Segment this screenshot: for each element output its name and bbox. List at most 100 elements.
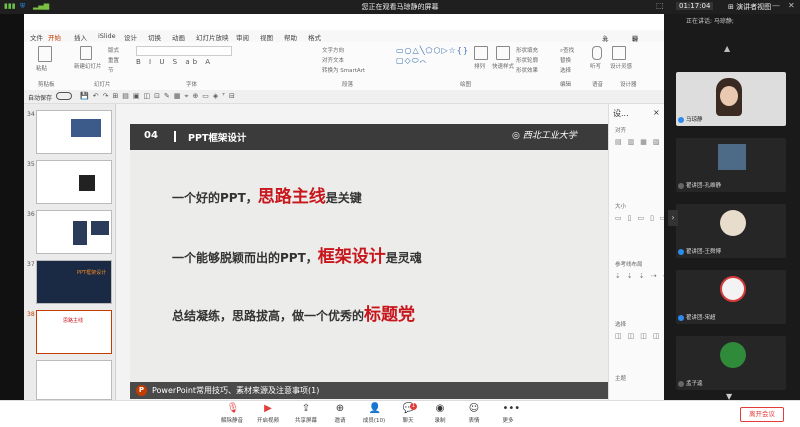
slide-thumbnail[interactable]: 37 PPT框架设计 [27, 260, 112, 304]
thumbnail-image [71, 119, 101, 137]
unmute-label: 解除静音 [220, 418, 243, 424]
select-button[interactable]: 选择 [560, 66, 571, 74]
autosave-toggle[interactable] [56, 92, 72, 100]
members-button[interactable]: 👤 成员(10) [356, 403, 392, 424]
shared-powerpoint-window: 文件 开始 插入 iSlide 设计 切换 动画 幻灯片放映 审阅 视图 帮助 … [24, 14, 664, 400]
left-margin [0, 14, 24, 400]
reset-button[interactable]: 重置 [108, 56, 119, 64]
select-icons[interactable]: ◫◫◫◫◫◫ [615, 330, 664, 370]
mic-icon [678, 117, 684, 123]
members-label: 成员(10) [362, 418, 386, 424]
design-ideas-label: 设计灵感 [610, 64, 633, 70]
pane-section-guides: 参考线布局 [615, 262, 643, 268]
tab-islide[interactable]: iSlide [98, 32, 116, 40]
font-name-combo[interactable] [136, 46, 232, 56]
leave-meeting-button[interactable]: 离开会议 [740, 407, 784, 422]
line-text: 一个能够脱颖而出的PPT， [172, 251, 318, 265]
find-button[interactable]: ⌕查找 [560, 46, 574, 55]
view-switch-button[interactable]: ⊞ 演讲者视图 [728, 2, 771, 12]
unmute-button[interactable]: 🎙 解除静音 [214, 403, 250, 424]
slide-thumbnail-selected[interactable]: 38 思路主线 [27, 310, 112, 354]
thumbnail-image [73, 221, 87, 245]
signal-bars-icon[interactable]: ▂▄▆ [33, 2, 49, 10]
start-video-button[interactable]: ▶ 开启视频 [250, 403, 286, 424]
group-voice: 语音 [592, 82, 604, 88]
align-icons[interactable]: ▤▥▦▧▨▩▤▥▦▧▨▩ [615, 136, 664, 196]
pane-section-align: 对齐 [615, 128, 627, 134]
footer-text: PowerPoint常用技巧、素材来源及注意事项(1) [152, 386, 320, 395]
tab-animations[interactable]: 动画 [172, 32, 185, 42]
section-button[interactable]: 节 [108, 66, 114, 74]
participant-tile[interactable]: 孟子逵 [676, 336, 786, 390]
share-screen-button[interactable]: ⇪ 共享屏幕 [288, 403, 324, 424]
tab-slideshow[interactable]: 幻灯片放映 [196, 32, 229, 42]
guide-icons[interactable]: ⇣⇣⇣⇢⇢⇢⊞⊞⊞ [615, 270, 664, 314]
more-button[interactable]: ••• 更多 [490, 403, 526, 424]
align-text-button[interactable]: 对齐文本 [322, 56, 344, 64]
tab-file[interactable]: 文件 [30, 32, 43, 42]
panel-toggle-icon[interactable]: › [668, 210, 678, 226]
tab-insert[interactable]: 插入 [74, 32, 87, 42]
collapse-up-icon[interactable]: ▲ [724, 44, 730, 53]
speaking-indicator: 正在讲话: 马琼静; [686, 18, 734, 25]
tab-format[interactable]: 格式 [308, 32, 321, 42]
slide-thumbnail[interactable]: 34 [27, 110, 112, 154]
invite-icon: ⊕ [335, 403, 345, 414]
pin-icon[interactable]: ⬚ [656, 1, 664, 10]
tab-transitions[interactable]: 切换 [148, 32, 161, 42]
replace-button[interactable]: 替换 [560, 56, 571, 64]
emoji-icon: ☺ [468, 403, 480, 414]
slide-thumbnail[interactable]: 36 [27, 210, 112, 254]
quick-access-icons[interactable]: 💾↶↷⊞▤▣◫⊡✎▦⌖⊕▭◈ᵀ⊟ [80, 92, 239, 101]
slide-header: 04 PPT框架设计 ◎ 西北工业大学 [130, 124, 608, 150]
pane-title: 设... [613, 109, 629, 118]
slide-thumbnail[interactable]: 35 [27, 160, 112, 204]
record-button[interactable]: ◉ 录制 [422, 403, 458, 424]
layout-button[interactable]: 版式 [108, 46, 119, 54]
tab-help[interactable]: 帮助 [284, 32, 297, 42]
reactions-button[interactable]: ☺ 表情 [456, 403, 492, 424]
participant-name: 孟子逵 [686, 381, 703, 387]
smartart-button[interactable]: 转换为 SmartArt [322, 66, 365, 74]
slide-line-2: 一个能够脱颖而出的PPT，框架设计是灵魂 [172, 242, 422, 267]
shape-effects-button[interactable]: 形状效果 [516, 66, 538, 74]
slide-thumbnail[interactable] [36, 360, 112, 400]
tab-view[interactable]: 视图 [260, 32, 273, 42]
pane-section-theme: 主题 [615, 376, 627, 382]
quick-styles-icon[interactable] [496, 46, 510, 60]
close-icon[interactable]: ✕ [788, 1, 795, 10]
chat-button[interactable]: 💬 1 聊天 [390, 403, 426, 424]
new-slide-label: 新建幻灯片 [74, 64, 102, 70]
group-designer: 设计器 [620, 82, 637, 88]
participant-name: 翟讲团-宋超 [686, 315, 716, 321]
share-screen-label: 共享屏幕 [294, 418, 317, 424]
shape-outline-button[interactable]: 形状轮廓 [516, 56, 538, 64]
mic-icon [678, 249, 684, 255]
invite-button[interactable]: ⊕ 邀请 [322, 403, 358, 424]
tab-design[interactable]: 设计 [124, 32, 137, 42]
emblem-icon: ◎ [512, 131, 523, 141]
shape-fill-button[interactable]: 形状填充 [516, 46, 538, 54]
current-slide[interactable]: 04 PPT框架设计 ◎ 西北工业大学 一个好的PPT，思路主线是关键 一个能够… [130, 124, 608, 399]
pane-close-icon[interactable]: × [653, 108, 660, 117]
new-slide-icon[interactable] [80, 46, 92, 60]
font-format-buttons[interactable]: B I U S ab A [136, 58, 232, 68]
slide-number: 38 [27, 311, 35, 318]
size-icons[interactable]: ▭▯▭▯▭▯ [615, 212, 664, 256]
shapes-gallery[interactable]: ▭○△╲⬠⬡▷☆{}▢◇⬭⌒ [396, 46, 468, 76]
avatar [720, 342, 746, 368]
paste-icon[interactable] [38, 46, 52, 62]
designer-icon[interactable] [612, 46, 626, 60]
tab-review[interactable]: 审阅 [236, 32, 249, 42]
ribbon-tabs: 文件 开始 插入 iSlide 设计 切换 动画 幻灯片放映 审阅 视图 帮助 … [24, 30, 664, 54]
text-direction-button[interactable]: 文字方向 [322, 46, 344, 54]
participant-tile-active[interactable]: 马琼静 [676, 72, 786, 126]
participant-tile[interactable]: 翟讲团-王舜博 [676, 204, 786, 258]
participant-tile[interactable]: 翟讲团-宋超 [676, 270, 786, 324]
minimize-icon[interactable]: — [772, 1, 780, 10]
arrange-icon[interactable] [474, 46, 488, 60]
pane-section-size: 大小 [615, 204, 627, 210]
participant-tile[interactable]: 翟讲团-孔维静 [676, 138, 786, 192]
microphone-icon[interactable] [592, 46, 602, 60]
slide-number: 34 [27, 111, 35, 118]
